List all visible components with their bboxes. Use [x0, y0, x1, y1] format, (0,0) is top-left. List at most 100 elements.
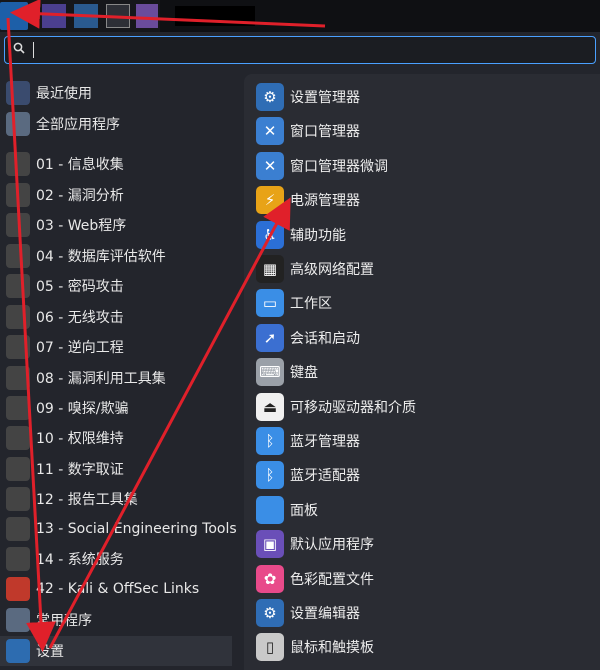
category-item[interactable]: 11 - 数字取证 — [0, 454, 232, 484]
settings-app-item[interactable]: ⚡ 电源管理器 — [244, 183, 600, 217]
settings-app-item[interactable]: ✕ 窗口管理器微调 — [244, 149, 600, 183]
category-label: 05 - 密码攻击 — [36, 279, 124, 295]
services-icon — [6, 547, 30, 571]
category-item[interactable]: 07 - 逆向工程 — [0, 332, 232, 362]
recent-icon — [6, 81, 30, 105]
reverse-icon — [6, 335, 30, 359]
category-item[interactable]: 08 - 漏洞利用工具集 — [0, 363, 232, 393]
settings-app-item[interactable]: ▦ 高级网络配置 — [244, 252, 600, 286]
browser-icon[interactable] — [136, 4, 158, 28]
password-icon — [6, 274, 30, 298]
category-item[interactable]: 02 - 漏洞分析 — [0, 180, 232, 210]
settings-app-label: 默认应用程序 — [290, 537, 374, 554]
report-icon — [6, 487, 30, 511]
settings-icon — [6, 639, 30, 663]
taskbar-app-icon[interactable] — [42, 4, 66, 28]
settings-app-list: ⚙ 设置管理器 ✕ 窗口管理器 ✕ 窗口管理器微调 ⚡ 电源管理器 ♿ 辅助功能 ▦ 高级网络配置 ▭ 工… — [244, 74, 600, 670]
category-item[interactable]: 09 - 嗅探/欺骗 — [0, 393, 232, 423]
settings-app-label: 窗口管理器微调 — [290, 158, 388, 175]
category-item[interactable]: 10 - 权限维持 — [0, 423, 232, 453]
settings-app-item[interactable]: ⏏ 可移动驱动器和介质 — [244, 390, 600, 424]
category-label: 42 - Kali & OffSec Links — [36, 581, 200, 597]
settings-app-item[interactable]: ♿ 辅助功能 — [244, 218, 600, 252]
taskbar — [0, 0, 600, 32]
category-item[interactable]: 01 - 信息收集 — [0, 149, 232, 179]
settings-app-item[interactable]: ▭ 工作区 — [244, 286, 600, 320]
taskbar-window-button[interactable] — [175, 6, 255, 26]
mouse-icon: ▯ — [256, 633, 284, 662]
category-label: 08 - 漏洞利用工具集 — [36, 371, 166, 387]
category-label: 常用程序 — [36, 613, 92, 629]
category-item[interactable]: 常用程序 — [0, 605, 232, 635]
keyboard-icon: ⌨ — [256, 358, 284, 387]
settings-app-label: 设置编辑器 — [290, 606, 360, 622]
kali-menu-icon[interactable] — [0, 2, 28, 30]
category-label: 06 - 无线攻击 — [36, 310, 124, 326]
web-icon — [6, 213, 30, 237]
category-item[interactable]: 05 - 密码攻击 — [0, 271, 232, 301]
accessibility-icon: ♿ — [256, 220, 284, 249]
category-item[interactable]: 06 - 无线攻击 — [0, 302, 232, 332]
color-profile-icon: ✿ — [256, 564, 284, 593]
category-label: 12 - 报告工具集 — [36, 492, 138, 508]
settings-app-label: 设置管理器 — [290, 90, 360, 106]
category-item[interactable]: 42 - Kali & OffSec Links — [0, 574, 232, 604]
settings-app-item[interactable]: ⌨ 键盘 — [244, 355, 600, 389]
settings-app-item[interactable]: ⚙ 设置编辑器 — [244, 596, 600, 630]
folder-icon[interactable] — [74, 4, 98, 28]
settings-app-label: 可移动驱动器和介质 — [290, 399, 416, 416]
category-item[interactable]: 设置 — [0, 636, 232, 666]
category-item[interactable]: 12 - 报告工具集 — [0, 484, 232, 514]
kali-links-icon — [6, 577, 30, 601]
settings-app-item[interactable]: ▯ 鼠标和触摸板 — [244, 630, 600, 664]
category-label: 13 - Social Engineering Tools — [36, 521, 237, 537]
category-item[interactable]: 14 - 系统服务 — [0, 544, 232, 574]
settings-app-item[interactable]: ✕ 窗口管理器 — [244, 114, 600, 148]
forensics-icon — [6, 457, 30, 481]
category-label: 11 - 数字取证 — [36, 462, 124, 478]
category-item[interactable]: 04 - 数据库评估软件 — [0, 241, 232, 271]
category-label: 全部应用程序 — [36, 117, 120, 133]
category-label: 04 - 数据库评估软件 — [36, 249, 166, 265]
text-cursor — [33, 42, 34, 58]
all-apps-icon — [6, 112, 30, 136]
settings-app-item[interactable]: 面板 — [244, 493, 600, 527]
category-label: 最近使用 — [36, 86, 92, 102]
terminal-icon[interactable] — [106, 4, 130, 28]
settings-app-item[interactable]: ➚ 会话和启动 — [244, 321, 600, 355]
social-icon — [6, 517, 30, 541]
search-input[interactable] — [4, 36, 596, 64]
exploit-icon — [6, 366, 30, 390]
settings-app-item[interactable]: ✿ 色彩配置文件 — [244, 562, 600, 596]
default-apps-icon: ▣ — [256, 530, 284, 559]
settings-app-label: 键盘 — [290, 365, 318, 382]
panel-icon — [256, 495, 284, 524]
settings-app-item[interactable]: ▣ 默认应用程序 — [244, 527, 600, 561]
category-item[interactable]: 03 - Web程序 — [0, 210, 232, 240]
window-tweaks-icon: ✕ — [256, 151, 284, 180]
settings-app-item[interactable]: ᛒ 蓝牙管理器 — [244, 424, 600, 458]
category-label: 02 - 漏洞分析 — [36, 188, 124, 204]
common-apps-icon — [6, 608, 30, 632]
bluetooth-manager-icon: ᛒ — [256, 427, 284, 455]
settings-app-label: 面板 — [290, 502, 318, 519]
wireless-icon — [6, 305, 30, 329]
category-label: 14 - 系统服务 — [36, 552, 124, 568]
settings-app-label: 会话和启动 — [290, 330, 360, 347]
category-label: 01 - 信息收集 — [36, 157, 124, 173]
sniff-icon — [6, 396, 30, 420]
category-label: 09 - 嗅探/欺骗 — [36, 401, 129, 417]
category-item[interactable]: 全部应用程序 — [0, 109, 232, 139]
removable-icon: ⏏ — [256, 392, 284, 421]
category-item[interactable]: 最近使用 — [0, 78, 232, 108]
settings-app-item[interactable]: ⚙ 设置管理器 — [244, 80, 600, 114]
settings-app-label: 鼠标和触摸板 — [290, 640, 374, 657]
settings-editor-icon: ⚙ — [256, 599, 284, 627]
category-item[interactable]: 13 - Social Engineering Tools — [0, 514, 237, 544]
network-icon: ▦ — [256, 255, 284, 283]
settings-app-label: 工作区 — [290, 296, 332, 313]
search-icon — [13, 42, 25, 54]
bluetooth-adapter-icon: ᛒ — [256, 461, 284, 490]
info-gathering-icon — [6, 152, 30, 176]
settings-app-item[interactable]: ᛒ 蓝牙适配器 — [244, 458, 600, 492]
